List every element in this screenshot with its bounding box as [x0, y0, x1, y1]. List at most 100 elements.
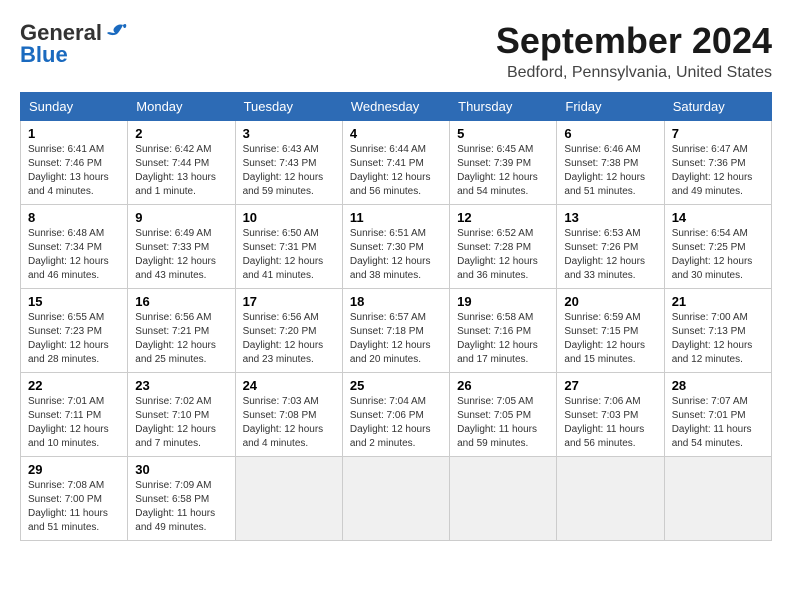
calendar-cell: [342, 457, 449, 541]
day-number: 7: [672, 126, 764, 141]
calendar-week-row: 29 Sunrise: 7:08 AM Sunset: 7:00 PM Dayl…: [21, 457, 772, 541]
day-number: 25: [350, 378, 442, 393]
day-info: Sunrise: 6:49 AM Sunset: 7:33 PM Dayligh…: [135, 227, 227, 283]
day-number: 30: [135, 462, 227, 477]
calendar-cell: 28 Sunrise: 7:07 AM Sunset: 7:01 PM Dayl…: [664, 373, 771, 457]
calendar-cell: 13 Sunrise: 6:53 AM Sunset: 7:26 PM Dayl…: [557, 205, 664, 289]
day-info: Sunrise: 6:56 AM Sunset: 7:20 PM Dayligh…: [243, 311, 335, 367]
calendar-cell: 29 Sunrise: 7:08 AM Sunset: 7:00 PM Dayl…: [21, 457, 128, 541]
day-info: Sunrise: 6:57 AM Sunset: 7:18 PM Dayligh…: [350, 311, 442, 367]
day-info: Sunrise: 7:04 AM Sunset: 7:06 PM Dayligh…: [350, 395, 442, 451]
day-number: 17: [243, 294, 335, 309]
day-info: Sunrise: 6:56 AM Sunset: 7:21 PM Dayligh…: [135, 311, 227, 367]
weekday-header: Monday: [128, 93, 235, 121]
calendar-cell: 19 Sunrise: 6:58 AM Sunset: 7:16 PM Dayl…: [450, 289, 557, 373]
day-info: Sunrise: 7:05 AM Sunset: 7:05 PM Dayligh…: [457, 395, 549, 451]
weekday-header: Tuesday: [235, 93, 342, 121]
day-number: 26: [457, 378, 549, 393]
title-section: September 2024 Bedford, Pennsylvania, Un…: [496, 20, 772, 82]
calendar-cell: [235, 457, 342, 541]
day-number: 9: [135, 210, 227, 225]
calendar-cell: 23 Sunrise: 7:02 AM Sunset: 7:10 PM Dayl…: [128, 373, 235, 457]
logo: General Blue: [20, 20, 127, 68]
day-info: Sunrise: 7:02 AM Sunset: 7:10 PM Dayligh…: [135, 395, 227, 451]
day-number: 29: [28, 462, 120, 477]
day-info: Sunrise: 6:54 AM Sunset: 7:25 PM Dayligh…: [672, 227, 764, 283]
day-info: Sunrise: 6:53 AM Sunset: 7:26 PM Dayligh…: [564, 227, 656, 283]
weekday-header: Saturday: [664, 93, 771, 121]
day-number: 16: [135, 294, 227, 309]
day-info: Sunrise: 6:47 AM Sunset: 7:36 PM Dayligh…: [672, 143, 764, 199]
calendar-cell: 18 Sunrise: 6:57 AM Sunset: 7:18 PM Dayl…: [342, 289, 449, 373]
day-number: 1: [28, 126, 120, 141]
day-number: 13: [564, 210, 656, 225]
day-number: 27: [564, 378, 656, 393]
day-info: Sunrise: 7:03 AM Sunset: 7:08 PM Dayligh…: [243, 395, 335, 451]
day-number: 24: [243, 378, 335, 393]
day-number: 14: [672, 210, 764, 225]
day-number: 15: [28, 294, 120, 309]
day-number: 11: [350, 210, 442, 225]
calendar-cell: 26 Sunrise: 7:05 AM Sunset: 7:05 PM Dayl…: [450, 373, 557, 457]
calendar-cell: 4 Sunrise: 6:44 AM Sunset: 7:41 PM Dayli…: [342, 121, 449, 205]
day-info: Sunrise: 6:44 AM Sunset: 7:41 PM Dayligh…: [350, 143, 442, 199]
calendar-cell: 24 Sunrise: 7:03 AM Sunset: 7:08 PM Dayl…: [235, 373, 342, 457]
calendar-cell: [664, 457, 771, 541]
day-number: 3: [243, 126, 335, 141]
calendar-cell: [557, 457, 664, 541]
weekday-header: Wednesday: [342, 93, 449, 121]
calendar-week-row: 15 Sunrise: 6:55 AM Sunset: 7:23 PM Dayl…: [21, 289, 772, 373]
day-info: Sunrise: 6:55 AM Sunset: 7:23 PM Dayligh…: [28, 311, 120, 367]
page-header: General Blue September 2024 Bedford, Pen…: [20, 20, 772, 82]
day-info: Sunrise: 7:09 AM Sunset: 6:58 PM Dayligh…: [135, 479, 227, 535]
day-info: Sunrise: 6:42 AM Sunset: 7:44 PM Dayligh…: [135, 143, 227, 199]
calendar-cell: 25 Sunrise: 7:04 AM Sunset: 7:06 PM Dayl…: [342, 373, 449, 457]
calendar-cell: 8 Sunrise: 6:48 AM Sunset: 7:34 PM Dayli…: [21, 205, 128, 289]
day-info: Sunrise: 7:06 AM Sunset: 7:03 PM Dayligh…: [564, 395, 656, 451]
day-info: Sunrise: 6:48 AM Sunset: 7:34 PM Dayligh…: [28, 227, 120, 283]
calendar-cell: 20 Sunrise: 6:59 AM Sunset: 7:15 PM Dayl…: [557, 289, 664, 373]
day-number: 28: [672, 378, 764, 393]
day-number: 18: [350, 294, 442, 309]
day-number: 4: [350, 126, 442, 141]
weekday-header: Sunday: [21, 93, 128, 121]
calendar-title: September 2024: [496, 20, 772, 62]
calendar-cell: 2 Sunrise: 6:42 AM Sunset: 7:44 PM Dayli…: [128, 121, 235, 205]
day-info: Sunrise: 6:59 AM Sunset: 7:15 PM Dayligh…: [564, 311, 656, 367]
calendar-cell: 12 Sunrise: 6:52 AM Sunset: 7:28 PM Dayl…: [450, 205, 557, 289]
day-info: Sunrise: 6:46 AM Sunset: 7:38 PM Dayligh…: [564, 143, 656, 199]
logo-bird-icon: [105, 23, 127, 43]
calendar-cell: [450, 457, 557, 541]
day-info: Sunrise: 7:01 AM Sunset: 7:11 PM Dayligh…: [28, 395, 120, 451]
calendar-cell: 27 Sunrise: 7:06 AM Sunset: 7:03 PM Dayl…: [557, 373, 664, 457]
calendar-subtitle: Bedford, Pennsylvania, United States: [496, 64, 772, 82]
day-info: Sunrise: 6:50 AM Sunset: 7:31 PM Dayligh…: [243, 227, 335, 283]
day-number: 5: [457, 126, 549, 141]
calendar-week-row: 22 Sunrise: 7:01 AM Sunset: 7:11 PM Dayl…: [21, 373, 772, 457]
day-info: Sunrise: 6:45 AM Sunset: 7:39 PM Dayligh…: [457, 143, 549, 199]
day-number: 10: [243, 210, 335, 225]
calendar-cell: 22 Sunrise: 7:01 AM Sunset: 7:11 PM Dayl…: [21, 373, 128, 457]
calendar-week-row: 1 Sunrise: 6:41 AM Sunset: 7:46 PM Dayli…: [21, 121, 772, 205]
calendar-cell: 21 Sunrise: 7:00 AM Sunset: 7:13 PM Dayl…: [664, 289, 771, 373]
day-info: Sunrise: 7:07 AM Sunset: 7:01 PM Dayligh…: [672, 395, 764, 451]
calendar-cell: 9 Sunrise: 6:49 AM Sunset: 7:33 PM Dayli…: [128, 205, 235, 289]
calendar-week-row: 8 Sunrise: 6:48 AM Sunset: 7:34 PM Dayli…: [21, 205, 772, 289]
weekday-header: Thursday: [450, 93, 557, 121]
calendar-cell: 10 Sunrise: 6:50 AM Sunset: 7:31 PM Dayl…: [235, 205, 342, 289]
calendar-cell: 17 Sunrise: 6:56 AM Sunset: 7:20 PM Dayl…: [235, 289, 342, 373]
logo-blue: Blue: [20, 42, 68, 68]
day-number: 22: [28, 378, 120, 393]
day-number: 2: [135, 126, 227, 141]
day-info: Sunrise: 7:08 AM Sunset: 7:00 PM Dayligh…: [28, 479, 120, 535]
day-number: 6: [564, 126, 656, 141]
day-number: 23: [135, 378, 227, 393]
calendar-cell: 16 Sunrise: 6:56 AM Sunset: 7:21 PM Dayl…: [128, 289, 235, 373]
day-info: Sunrise: 7:00 AM Sunset: 7:13 PM Dayligh…: [672, 311, 764, 367]
calendar-table: SundayMondayTuesdayWednesdayThursdayFrid…: [20, 92, 772, 541]
calendar-cell: 3 Sunrise: 6:43 AM Sunset: 7:43 PM Dayli…: [235, 121, 342, 205]
day-info: Sunrise: 6:58 AM Sunset: 7:16 PM Dayligh…: [457, 311, 549, 367]
day-number: 19: [457, 294, 549, 309]
calendar-cell: 6 Sunrise: 6:46 AM Sunset: 7:38 PM Dayli…: [557, 121, 664, 205]
day-number: 21: [672, 294, 764, 309]
